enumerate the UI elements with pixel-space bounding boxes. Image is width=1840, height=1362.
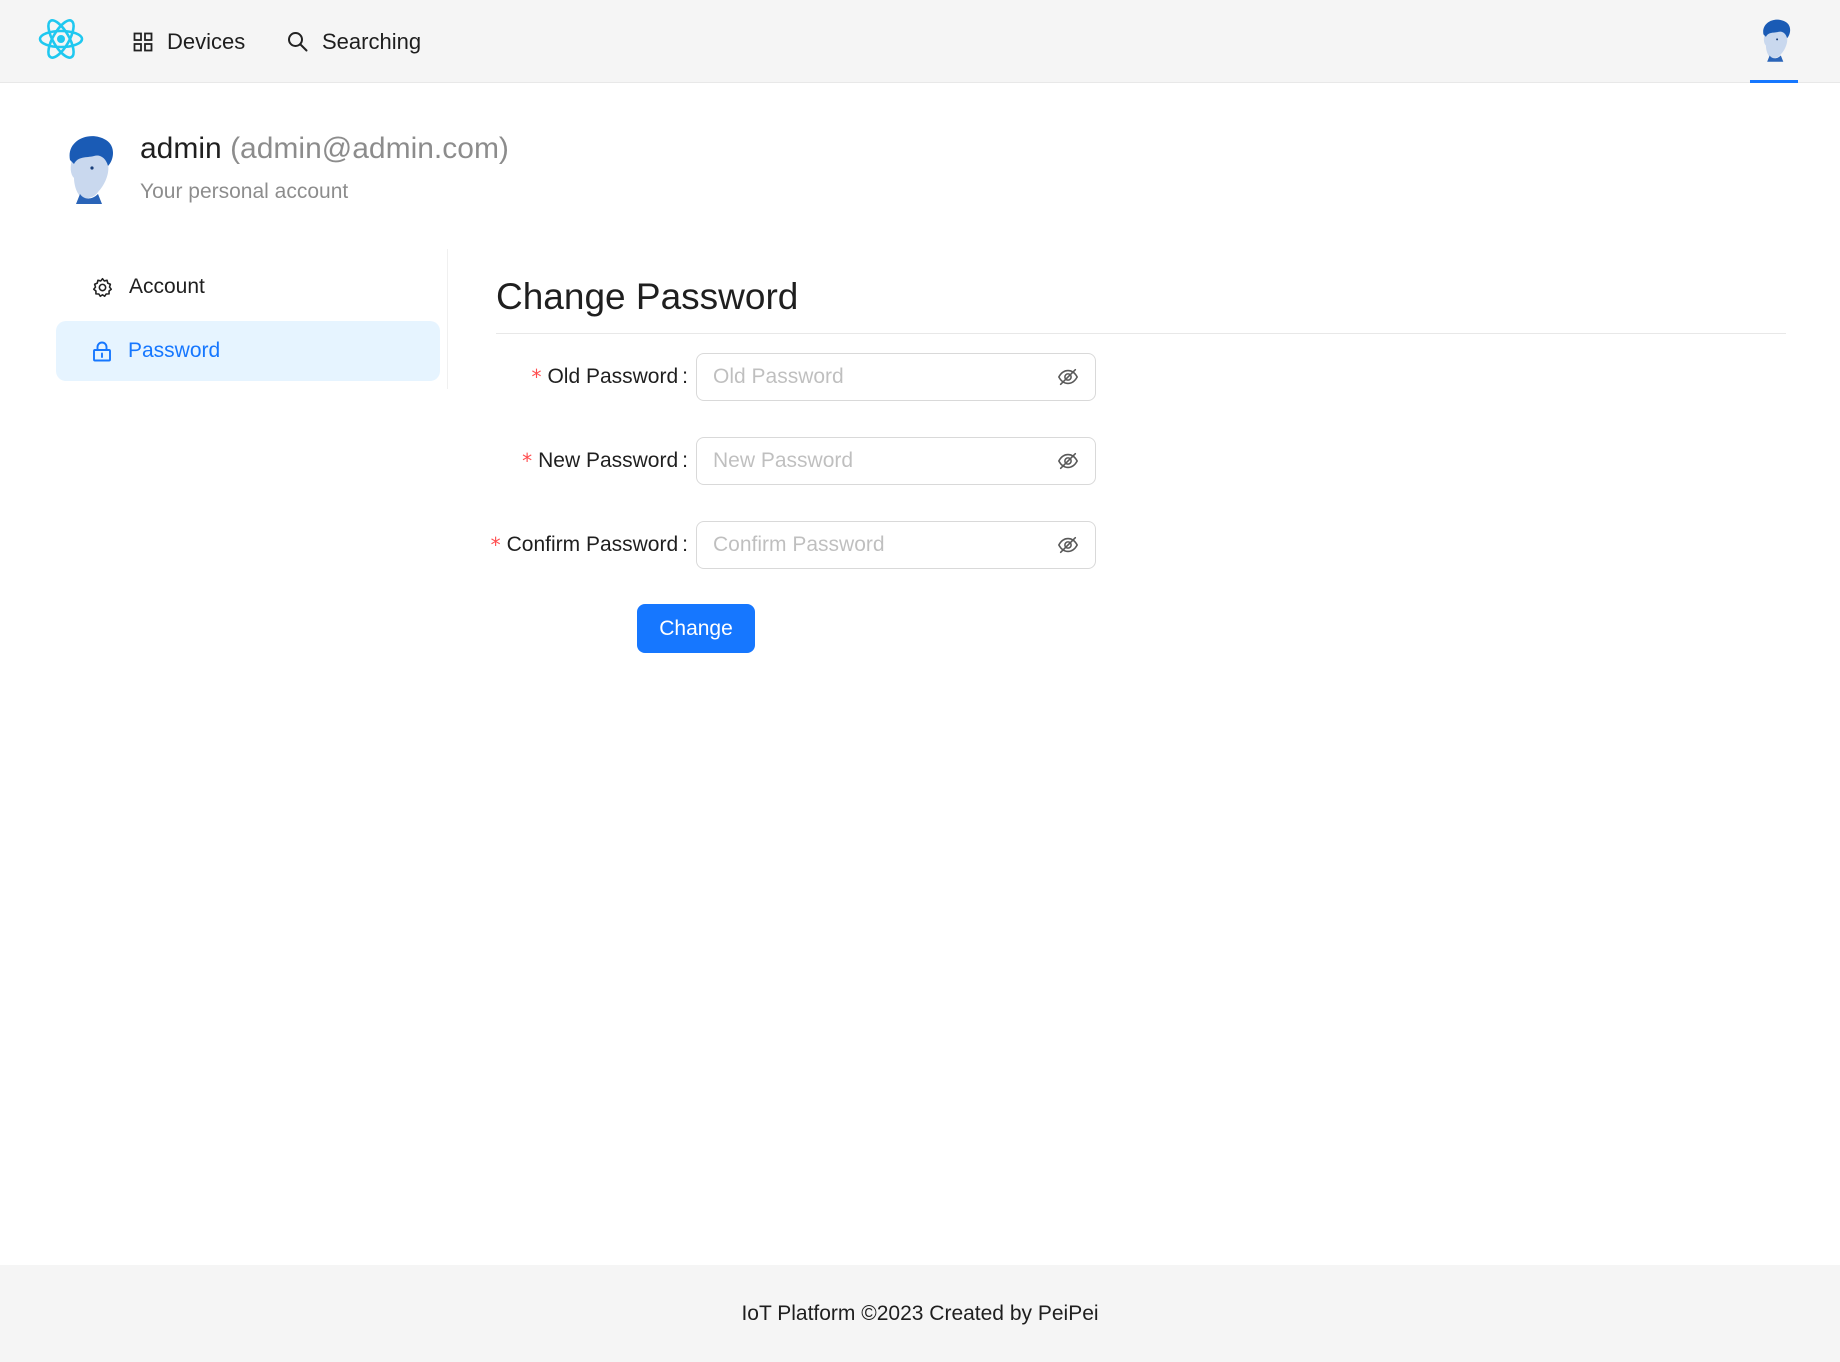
old-password-row: * Old Password : [0, 353, 1100, 401]
profile-subtitle: Your personal account [140, 180, 349, 203]
old-password-input[interactable] [713, 365, 1057, 389]
profile-avatar [69, 136, 113, 204]
nav-devices[interactable]: Devices [133, 0, 245, 83]
old-password-label-text: Old Password [547, 365, 679, 388]
label-colon: : [682, 449, 688, 472]
nav-searching-label: Searching [322, 28, 422, 54]
eye-invisible-icon[interactable] [1057, 450, 1079, 472]
search-icon [288, 32, 308, 52]
profile-name: admin (admin@admin.com) [140, 132, 509, 166]
confirm-password-label: * Confirm Password : [491, 521, 688, 569]
new-password-input[interactable] [713, 449, 1057, 473]
eye-invisible-icon[interactable] [1057, 366, 1079, 388]
gear-icon [92, 277, 113, 297]
react-atom-icon[interactable] [38, 14, 84, 64]
footer-text: IoT Platform ©2023 Created by PeiPei [741, 1301, 1099, 1325]
old-password-label: * Old Password : [531, 353, 688, 401]
required-mark: * [522, 449, 533, 473]
footer: IoT Platform ©2023 Created by PeiPei [0, 1265, 1840, 1362]
sidebar-item-account[interactable]: Account [56, 257, 440, 317]
required-mark: * [531, 365, 542, 389]
confirm-password-input[interactable] [713, 533, 1057, 557]
new-password-input-wrapper [696, 437, 1096, 485]
profile-email: (admin@admin.com) [230, 132, 509, 165]
eye-invisible-icon[interactable] [1057, 534, 1079, 556]
confirm-password-input-wrapper [696, 521, 1096, 569]
title-divider [496, 333, 1786, 334]
top-navbar: Devices Searching [0, 0, 1840, 83]
new-password-row: * New Password : [0, 437, 1100, 485]
user-avatar-menu[interactable] [1750, 0, 1798, 83]
nav-searching[interactable]: Searching [287, 0, 421, 83]
sidebar-item-account-label: Account [129, 275, 205, 298]
new-password-label-text: New Password [538, 449, 679, 472]
required-mark: * [490, 533, 501, 557]
profile-username: admin [140, 132, 222, 165]
new-password-label: * New Password : [522, 437, 688, 485]
label-colon: : [682, 365, 688, 388]
page-title: Change Password [496, 276, 799, 317]
change-password-button[interactable]: Change [637, 604, 755, 653]
appstore-icon [133, 32, 153, 51]
label-colon: : [682, 533, 688, 556]
old-password-input-wrapper [696, 353, 1096, 401]
confirm-password-row: * Confirm Password : [0, 521, 1100, 569]
confirm-password-label-text: Confirm Password [506, 533, 679, 556]
nav-devices-label: Devices [167, 28, 246, 54]
avatar [1763, 19, 1791, 62]
